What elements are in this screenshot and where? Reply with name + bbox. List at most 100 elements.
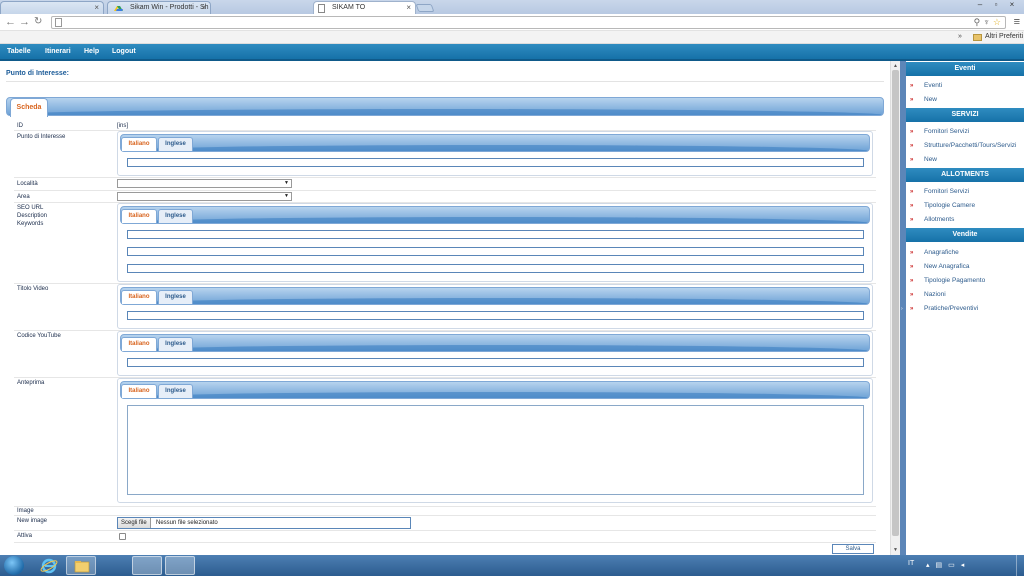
tab-inglese[interactable]: Inglese: [158, 384, 193, 398]
windows-taskbar: IT ▴ ▤ ▭ ◂: [0, 555, 1024, 576]
tab-label: SIKAM TO: [332, 4, 366, 11]
double-arrow-icon: »: [910, 97, 914, 103]
zoom-icon[interactable]: ⚲: [974, 17, 981, 28]
nav-logout[interactable]: Logout: [112, 48, 136, 55]
lang-tab-bar: [120, 287, 870, 305]
close-icon[interactable]: ×: [406, 2, 411, 13]
page-title: Punto di Interesse:: [6, 70, 70, 77]
double-arrow-icon: »: [910, 189, 914, 195]
battery-icon[interactable]: ▭: [948, 561, 955, 569]
nav-itinerari[interactable]: Itinerari: [45, 48, 71, 55]
show-desktop-button[interactable]: [1016, 555, 1024, 576]
address-bar[interactable]: ⚲ ♆ ☆: [51, 16, 1006, 29]
tab-italiano[interactable]: Italiano: [121, 337, 157, 351]
tab-inglese[interactable]: Inglese: [158, 337, 193, 351]
keywords-input[interactable]: [127, 264, 864, 273]
sidebar-item-pratiche-preventivi[interactable]: » Pratiche/Preventivi: [910, 305, 978, 313]
choose-file-button[interactable]: Scegli file: [118, 518, 151, 528]
vertical-scrollbar[interactable]: ▲ ▼: [890, 61, 900, 555]
anteprima-textarea[interactable]: [127, 405, 864, 495]
volume-icon[interactable]: ◂: [961, 561, 965, 569]
tab-italiano[interactable]: Italiano: [121, 137, 157, 151]
extension-icon[interactable]: ♆: [983, 17, 990, 28]
file-input[interactable]: Scegli file Nessun file selezionato: [117, 517, 411, 529]
sidebar-item-new-anagrafica[interactable]: » New Anagrafica: [910, 263, 970, 271]
taskbar-app-button[interactable]: [132, 556, 162, 575]
sidebar-item-fornitori-servizi[interactable]: » Fornitori Servizi: [910, 128, 969, 136]
tab-italiano[interactable]: Italiano: [121, 209, 157, 223]
forward-arrow-icon[interactable]: →: [19, 16, 30, 28]
sidebar-item-label: Pratiche/Preventivi: [924, 305, 979, 312]
scrollbar-thumb[interactable]: [892, 70, 899, 536]
sidebar-item-tipologie-camere[interactable]: » Tipologie Camere: [910, 202, 975, 210]
sidebar-item-new[interactable]: » New: [910, 96, 937, 104]
scroll-down-icon[interactable]: ▼: [893, 547, 898, 553]
browser-tab-2[interactable]: Sikam Win - Prodotti - Sh ×: [107, 1, 211, 14]
sidebar-item-allotments[interactable]: » Allotments: [910, 216, 954, 224]
sidebar-item-new[interactable]: » New: [910, 156, 937, 164]
seo-url-input[interactable]: [127, 230, 864, 239]
tab-inglese[interactable]: Inglese: [158, 137, 193, 151]
sidebar-item-nazioni[interactable]: » Nazioni: [910, 291, 946, 299]
taskbar-app-button[interactable]: [165, 556, 195, 575]
double-arrow-icon: »: [910, 143, 914, 149]
bookmark-folder-other[interactable]: Altri Preferiti: [985, 33, 1023, 40]
attiva-checkbox[interactable]: [119, 533, 126, 540]
area-select[interactable]: [117, 192, 292, 201]
new-tab-button[interactable]: [415, 4, 435, 12]
tab-scheda[interactable]: Scheda: [10, 98, 48, 117]
titolo-video-label: Titolo Video: [17, 286, 49, 292]
back-arrow-icon[interactable]: ←: [5, 16, 16, 28]
minimize-button[interactable]: –: [974, 0, 986, 10]
sidebar-item-label: Allotments: [924, 216, 955, 223]
tab-inglese[interactable]: Inglese: [158, 290, 193, 304]
nav-tabelle[interactable]: Tabelle: [7, 48, 31, 55]
nav-help[interactable]: Help: [84, 48, 99, 55]
titolo-video-input[interactable]: [127, 311, 864, 320]
browser-tab-1[interactable]: ×: [0, 1, 104, 14]
sidebar-item-strutture[interactable]: » Strutture/Pacchetti/Tours/Servizi: [910, 142, 1016, 150]
browser-menu-icon[interactable]: ≡: [1014, 16, 1020, 28]
google-drive-icon: [114, 6, 123, 11]
codice-youtube-input[interactable]: [127, 358, 864, 367]
bookmark-star-icon[interactable]: ☆: [993, 17, 1001, 28]
sidebar-item-tipologie-pagamento[interactable]: » Tipologie Pagamento: [910, 277, 985, 285]
poi-name-input[interactable]: [127, 158, 864, 167]
tab-italiano[interactable]: Italiano: [121, 384, 157, 398]
section-header-bar: [6, 97, 884, 116]
browser-tab-3[interactable]: SIKAM TO ×: [313, 1, 416, 14]
lang-tab-bar: [120, 134, 870, 152]
localita-label: Località: [17, 181, 38, 187]
maximize-button[interactable]: ▫: [990, 0, 1002, 10]
scroll-up-icon[interactable]: ▲: [893, 63, 898, 69]
lang-tab-bar: [120, 206, 870, 224]
tray-arrow-icon[interactable]: ▴: [926, 561, 930, 569]
description-input[interactable]: [127, 247, 864, 256]
sidebar-item-label: Fornitori Servizi: [924, 188, 970, 195]
save-button[interactable]: Salva: [832, 544, 874, 554]
divider: [6, 81, 884, 82]
close-icon[interactable]: ×: [201, 2, 206, 13]
tab-inglese[interactable]: Inglese: [158, 209, 193, 223]
sidebar-item-label: New: [924, 96, 938, 103]
description-label: Description: [17, 213, 48, 219]
sidebar-item-anagrafiche[interactable]: » Anagrafiche: [910, 249, 959, 257]
localita-select[interactable]: [117, 179, 292, 188]
tab-italiano[interactable]: Italiano: [121, 290, 157, 304]
sidebar-item-fornitori-servizi-2[interactable]: » Fornitori Servizi: [910, 188, 969, 196]
sidebar-item-eventi[interactable]: » Eventi: [910, 82, 942, 90]
system-tray: ▴ ▤ ▭ ◂: [926, 561, 964, 569]
chevron-right-icon: ›: [901, 306, 903, 312]
bookmarks-overflow-icon[interactable]: »: [958, 33, 962, 40]
lang-tab-bar: [120, 334, 870, 352]
file-explorer-icon[interactable]: [66, 556, 96, 575]
network-icon[interactable]: ▤: [936, 561, 943, 569]
close-icon[interactable]: ×: [94, 2, 99, 13]
window-controls: – ▫ ×: [974, 0, 1018, 10]
close-window-button[interactable]: ×: [1006, 0, 1018, 10]
divider: [14, 506, 876, 507]
internet-explorer-icon[interactable]: [36, 556, 62, 575]
language-indicator[interactable]: IT: [908, 560, 914, 567]
reload-icon[interactable]: ↻: [34, 16, 42, 27]
start-button[interactable]: [4, 556, 24, 575]
